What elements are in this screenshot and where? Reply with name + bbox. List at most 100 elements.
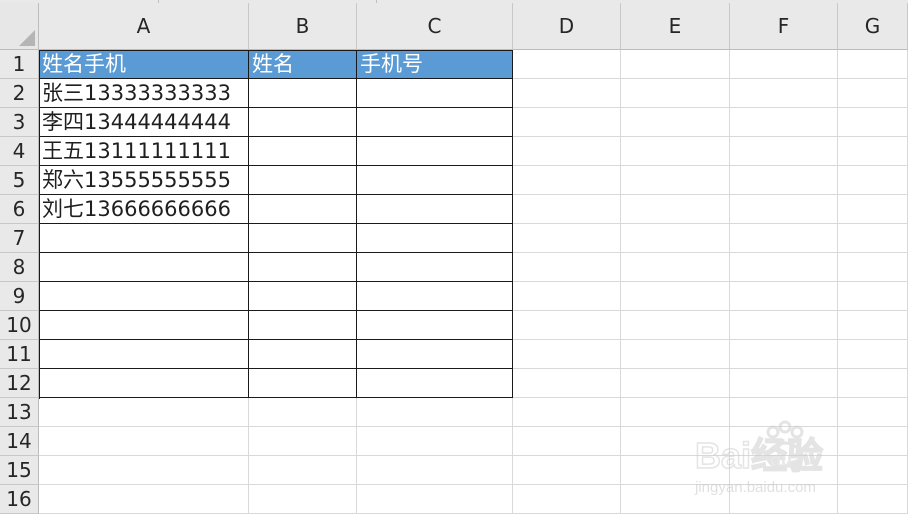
row-header-13[interactable]: 13 [0,398,39,427]
cell-f7[interactable] [730,224,838,253]
cell-e10[interactable] [621,311,730,340]
cell-f14[interactable] [730,427,838,456]
cell-d1[interactable] [513,50,621,79]
cell-f1[interactable] [730,50,838,79]
column-header-f[interactable]: F [730,3,838,50]
cell-d3[interactable] [513,108,621,137]
cell-g2[interactable] [838,79,908,108]
cell-d10[interactable] [513,311,621,340]
cell-f12[interactable] [730,369,838,398]
cell-b14[interactable] [249,427,357,456]
cell-b1[interactable]: 姓名 [249,50,357,79]
cell-f6[interactable] [730,195,838,224]
cell-f4[interactable] [730,137,838,166]
cell-b12[interactable] [249,369,357,398]
cell-c7[interactable] [357,224,513,253]
cell-f5[interactable] [730,166,838,195]
cell-d15[interactable] [513,456,621,485]
cell-c10[interactable] [357,311,513,340]
cell-f2[interactable] [730,79,838,108]
cell-g4[interactable] [838,137,908,166]
cell-b2[interactable] [249,79,357,108]
cell-c6[interactable] [357,195,513,224]
cell-d6[interactable] [513,195,621,224]
cell-d16[interactable] [513,485,621,514]
cell-b7[interactable] [249,224,357,253]
cell-g1[interactable] [838,50,908,79]
cell-c4[interactable] [357,137,513,166]
cell-a1[interactable]: 姓名手机 [39,50,249,79]
row-header-12[interactable]: 12 [0,369,39,398]
column-header-a[interactable]: A [39,3,249,50]
cell-e9[interactable] [621,282,730,311]
cell-g14[interactable] [838,427,908,456]
cell-e14[interactable] [621,427,730,456]
cell-f8[interactable] [730,253,838,282]
row-header-1[interactable]: 1 [0,50,39,79]
row-header-9[interactable]: 9 [0,282,39,311]
row-header-3[interactable]: 3 [0,108,39,137]
row-header-2[interactable]: 2 [0,79,39,108]
cell-e12[interactable] [621,369,730,398]
cell-b3[interactable] [249,108,357,137]
cell-g13[interactable] [838,398,908,427]
cell-b11[interactable] [249,340,357,369]
cell-c13[interactable] [357,398,513,427]
cell-g9[interactable] [838,282,908,311]
cell-c15[interactable] [357,456,513,485]
cell-c16[interactable] [357,485,513,514]
cell-b16[interactable] [249,485,357,514]
cell-e6[interactable] [621,195,730,224]
cell-b10[interactable] [249,311,357,340]
cell-c5[interactable] [357,166,513,195]
cell-d11[interactable] [513,340,621,369]
cell-f9[interactable] [730,282,838,311]
cell-g6[interactable] [838,195,908,224]
cell-f11[interactable] [730,340,838,369]
row-header-7[interactable]: 7 [0,224,39,253]
cell-e13[interactable] [621,398,730,427]
column-header-c[interactable]: C [357,3,513,50]
cell-g7[interactable] [838,224,908,253]
cell-f3[interactable] [730,108,838,137]
cell-b5[interactable] [249,166,357,195]
cell-b9[interactable] [249,282,357,311]
cell-f16[interactable] [730,485,838,514]
column-header-e[interactable]: E [621,3,730,50]
column-header-b[interactable]: B [249,3,357,50]
row-header-15[interactable]: 15 [0,456,39,485]
cell-f13[interactable] [730,398,838,427]
cell-g11[interactable] [838,340,908,369]
row-header-4[interactable]: 4 [0,137,39,166]
cell-f10[interactable] [730,311,838,340]
cell-d9[interactable] [513,282,621,311]
cell-c9[interactable] [357,282,513,311]
cell-a7[interactable] [39,224,249,253]
row-header-8[interactable]: 8 [0,253,39,282]
cell-c1[interactable]: 手机号 [357,50,513,79]
column-header-g[interactable]: G [838,3,908,50]
cell-c11[interactable] [357,340,513,369]
cell-c2[interactable] [357,79,513,108]
row-header-16[interactable]: 16 [0,485,39,514]
cell-d13[interactable] [513,398,621,427]
cell-a13[interactable] [39,398,249,427]
cell-d12[interactable] [513,369,621,398]
cell-d14[interactable] [513,427,621,456]
cell-d8[interactable] [513,253,621,282]
cell-e11[interactable] [621,340,730,369]
cell-a2[interactable]: 张三13333333333 [39,79,249,108]
cell-b13[interactable] [249,398,357,427]
cell-g12[interactable] [838,369,908,398]
cell-e16[interactable] [621,485,730,514]
cell-a12[interactable] [39,369,249,398]
cell-a8[interactable] [39,253,249,282]
cell-g3[interactable] [838,108,908,137]
cell-e4[interactable] [621,137,730,166]
row-header-14[interactable]: 14 [0,427,39,456]
cell-g8[interactable] [838,253,908,282]
cell-a11[interactable] [39,340,249,369]
cell-e15[interactable] [621,456,730,485]
cell-e2[interactable] [621,79,730,108]
column-header-d[interactable]: D [513,3,621,50]
